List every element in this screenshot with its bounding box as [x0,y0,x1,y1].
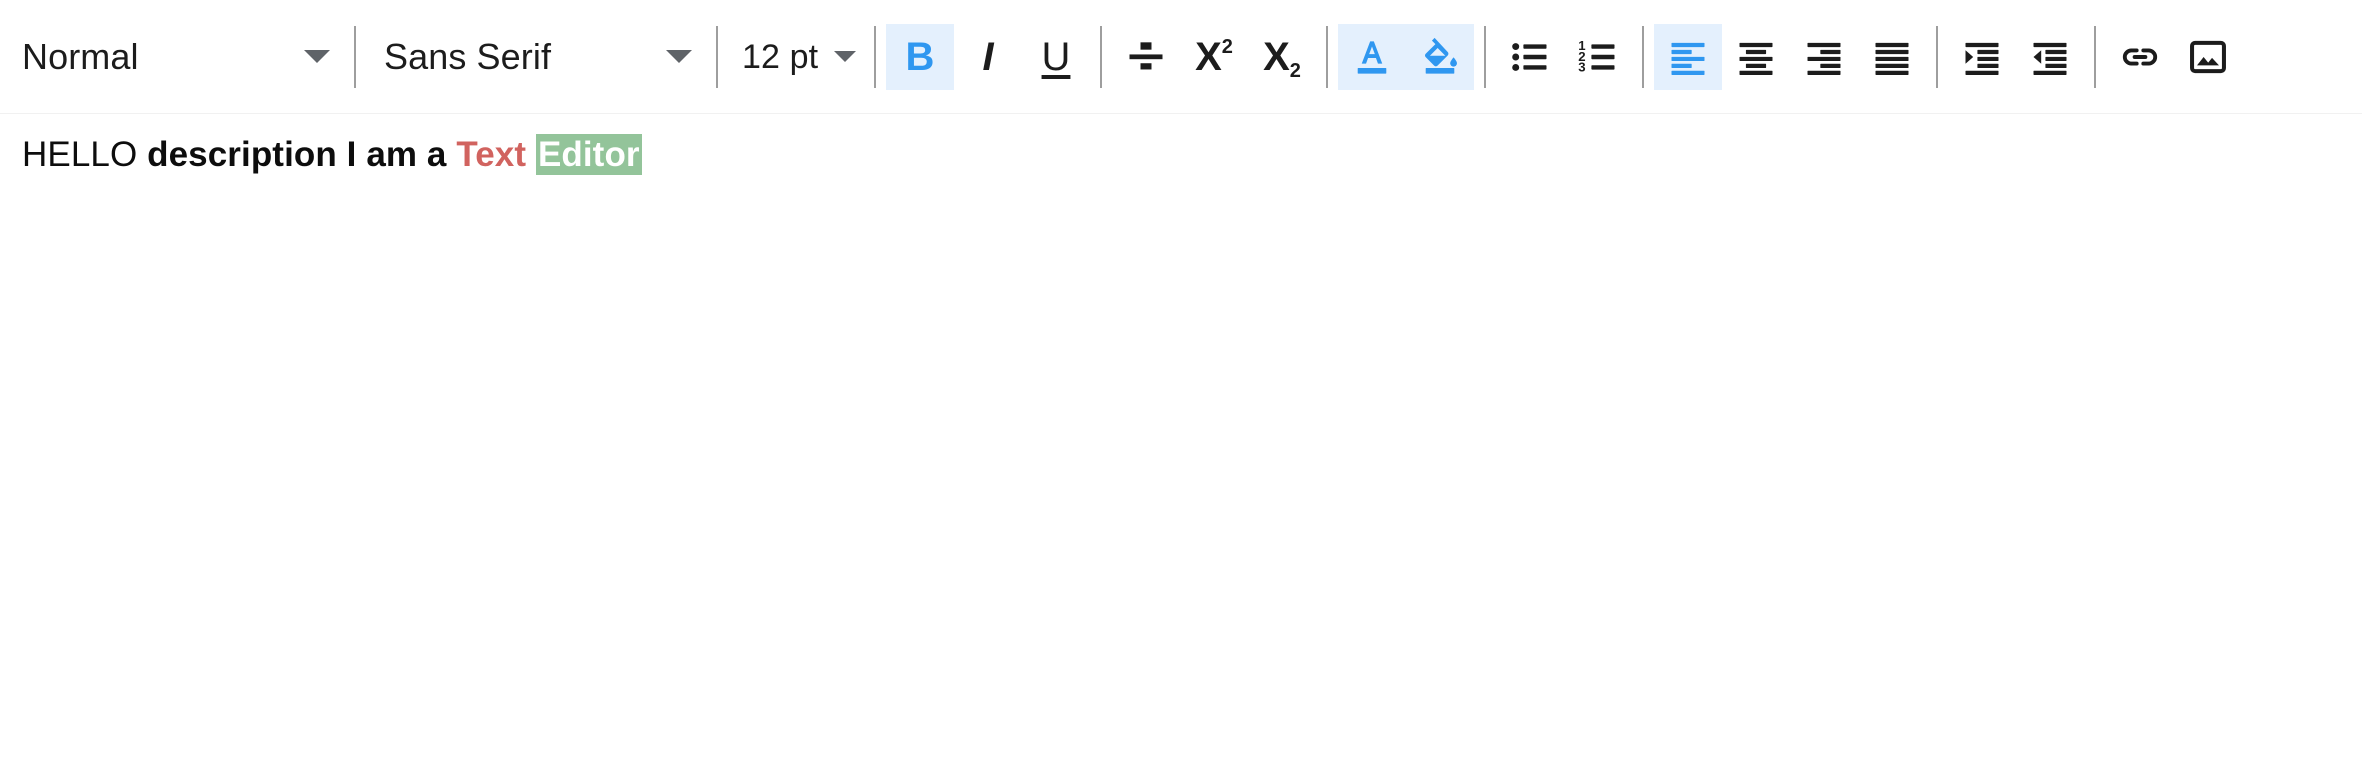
align-right-icon [1802,35,1846,79]
align-justify-icon [1870,35,1914,79]
editor-text-run-bold [526,135,536,174]
font-family-dropdown[interactable]: Sans Serif [366,23,706,91]
highlight-color-button[interactable] [1406,24,1474,90]
italic-button[interactable]: I [954,24,1022,90]
toolbar-separator [874,25,876,88]
font-size-dropdown[interactable]: 12 pt [728,23,864,91]
editor-paragraph[interactable]: HELLO description I am a Text Editor [22,134,2340,175]
indent-decrease-button[interactable] [2016,24,2084,90]
toolbar-group-alignment [1654,0,1926,113]
text-color-icon [1350,35,1394,79]
bold-icon: B [905,34,935,79]
toolbar-separator [354,25,356,88]
font-family-value: Sans Serif [384,35,552,77]
chevron-down-icon [666,50,692,63]
toolbar-separator [2094,25,2096,88]
toolbar-group-insert [2106,0,2242,113]
numbered-list-icon: 1 2 3 [1576,35,1620,79]
color-buttons-active-group [1338,23,1474,90]
align-right-button[interactable] [1790,24,1858,90]
align-center-icon [1734,35,1778,79]
subscript-base: X [1263,34,1290,79]
link-icon [2118,35,2162,79]
indent-increase-icon [1960,35,2004,79]
toolbar-separator [716,25,718,88]
block-format-dropdown[interactable]: Normal [4,23,344,91]
image-icon [2186,35,2230,79]
indent-decrease-icon [2028,35,2072,79]
underline-button[interactable]: U [1022,24,1090,90]
chevron-down-icon [304,50,330,63]
bullet-list-icon [1508,35,1552,79]
numbered-list-button[interactable]: 1 2 3 [1564,24,1632,90]
strikethrough-icon [1124,35,1168,79]
toolbar-separator [1326,25,1328,88]
superscript-icon: X2 [1195,37,1233,77]
align-left-icon [1666,35,1710,79]
bold-button[interactable]: B [886,23,954,90]
subscript-icon: X2 [1263,34,1301,81]
font-size-value: 12 pt [742,37,819,76]
bullet-list-button[interactable] [1496,24,1564,90]
superscript-base: X [1195,34,1222,79]
editor-text-run-highlight: Editor [535,134,642,175]
toolbar-group-indent [1948,0,2084,113]
toolbar-separator [1936,25,1938,88]
strikethrough-button[interactable] [1112,24,1180,90]
text-color-button[interactable] [1338,24,1406,90]
highlight-color-icon [1418,35,1462,79]
toolbar-group-font-size: 12 pt [728,0,864,113]
toolbar-separator [1642,25,1644,88]
formatting-toolbar: Normal Sans Serif 12 pt B I U X 2 X 2 1 … [0,0,2362,113]
editor-text-run-bold: description I am a [147,135,457,174]
toolbar-separator [1484,25,1486,88]
toolbar-group-lists: 1 2 3 [1496,0,1632,113]
insert-image-button[interactable] [2174,24,2242,90]
svg-text:3: 3 [1578,59,1585,74]
block-format-value: Normal [22,35,139,77]
italic-icon: I [982,34,994,79]
editor-text-run-red: Text [456,135,527,174]
toolbar-separator [1100,25,1102,88]
superscript-exponent: 2 [1221,35,1233,58]
toolbar-group-script-format: X2 X2 [1112,0,1316,113]
editor-content-area[interactable]: HELLO description I am a Text Editor [0,114,2362,754]
superscript-button[interactable]: X2 [1180,24,1248,90]
toolbar-group-block-format: Normal [4,0,344,113]
insert-link-button[interactable] [2106,24,2174,90]
toolbar-group-colors [1338,0,1474,113]
align-center-button[interactable] [1722,24,1790,90]
underline-icon: U [1041,34,1071,79]
indent-increase-button[interactable] [1948,24,2016,90]
editor-text-run-plain: HELLO [22,135,148,174]
toolbar-group-basic-format: B I U [886,0,1090,113]
align-justify-button[interactable] [1858,24,1926,90]
toolbar-group-font-family: Sans Serif [366,0,706,113]
chevron-down-icon [834,51,856,62]
subscript-exponent: 2 [1289,59,1301,82]
align-left-button[interactable] [1654,23,1722,90]
subscript-button[interactable]: X2 [1248,24,1316,90]
